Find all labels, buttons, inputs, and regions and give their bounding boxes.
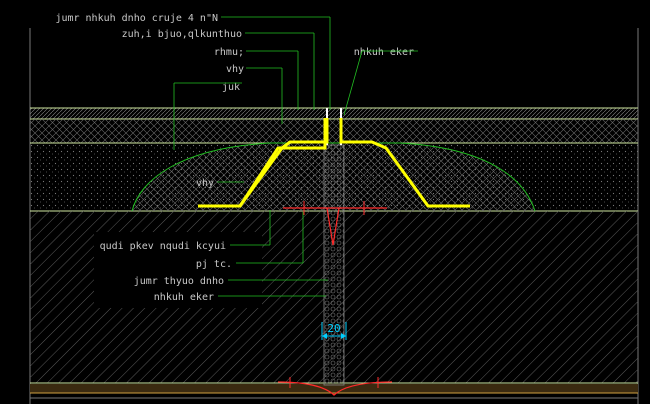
label-top-5: juk xyxy=(222,82,240,93)
label-top-3: rhmu; xyxy=(214,47,244,58)
dimension-text: 20 xyxy=(327,322,340,335)
cad-drawing: 20 jumr nhkuh dnho cruje 4 n"N zuh,i bju… xyxy=(29,13,639,404)
surface-layer xyxy=(30,108,638,119)
label-fill: vhy xyxy=(196,178,214,189)
vertical-drain xyxy=(323,144,345,386)
label-top-2: zuh,i bjuo,qlkunthuo xyxy=(122,29,242,40)
label-bottom-4: nhkuh eker xyxy=(154,292,214,303)
label-top-4: vhy xyxy=(226,64,244,75)
label-bottom-1: qudi pkev nqudi kcyui xyxy=(100,241,226,252)
label-right: nhkuh eker xyxy=(354,47,414,58)
base-layer xyxy=(30,119,638,143)
label-top-1: jumr nhkuh dnho cruje 4 n"N xyxy=(55,13,218,24)
label-bottom-3: jumr thyuo dnho xyxy=(134,276,224,287)
label-bottom-2: pj tc. xyxy=(196,259,232,270)
